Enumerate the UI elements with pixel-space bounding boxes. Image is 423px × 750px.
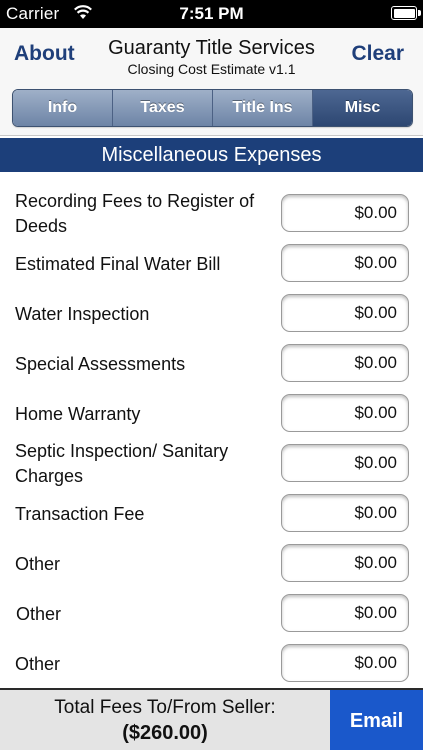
expense-label: Recording Fees to Register of Deeds: [15, 191, 255, 236]
email-button[interactable]: Email: [330, 690, 423, 750]
expense-label: Other: [15, 554, 61, 574]
expense-row-special-assessments: Special Assessments: [0, 338, 423, 388]
battery-icon: [391, 6, 421, 20]
recording-fees-input[interactable]: [281, 194, 409, 232]
water-inspection-input[interactable]: [281, 294, 409, 332]
expense-row-home-warranty: Home Warranty: [0, 388, 423, 438]
expense-label: Water Inspection: [15, 304, 150, 324]
navigation-bar: About Guaranty Title Services Closing Co…: [0, 28, 423, 82]
expense-row-recording-fees: Recording Fees to Register of Deeds: [0, 188, 423, 238]
expense-label: Special Assessments: [15, 354, 186, 374]
expense-row-transaction-fee: Transaction Fee: [0, 488, 423, 538]
section-title: Miscellaneous Expenses: [0, 138, 423, 172]
special-assessments-input[interactable]: [281, 344, 409, 382]
tab-info[interactable]: Info: [13, 90, 113, 126]
other-1-input[interactable]: [281, 544, 409, 582]
total-value: ($260.00): [122, 722, 208, 744]
total-label: Total Fees To/From Seller:: [54, 697, 276, 718]
segmented-control: Info Taxes Title Ins Misc: [12, 89, 413, 127]
expense-label: Other: [15, 654, 61, 674]
status-bar: Carrier 7:51 PM: [0, 0, 423, 28]
expense-label: Transaction Fee: [15, 504, 145, 524]
status-time: 7:51 PM: [179, 4, 244, 23]
tab-misc[interactable]: Misc: [313, 90, 412, 126]
water-bill-input[interactable]: [281, 244, 409, 282]
expense-label: Home Warranty: [15, 404, 141, 424]
expense-row-water-bill: Estimated Final Water Bill: [0, 238, 423, 288]
tab-bar: Info Taxes Title Ins Misc: [0, 82, 423, 136]
other-2-input[interactable]: [281, 594, 409, 632]
tab-taxes[interactable]: Taxes: [113, 90, 213, 126]
clear-button[interactable]: Clear: [351, 42, 404, 66]
transaction-fee-input[interactable]: [281, 494, 409, 532]
expense-label: Other: [16, 604, 62, 624]
expense-row-water-inspection: Water Inspection: [0, 288, 423, 338]
expense-label: Septic Inspection/ Sanitary Charges: [15, 441, 229, 486]
expense-label: Estimated Final Water Bill: [15, 254, 221, 274]
totals-footer: Total Fees To/From Seller: ($260.00) Ema…: [0, 688, 423, 750]
expense-row-other-1: Other: [0, 538, 423, 588]
expense-row-other-3: Other: [0, 638, 423, 688]
home-warranty-input[interactable]: [281, 394, 409, 432]
expense-row-septic-inspection: Septic Inspection/ Sanitary Charges: [0, 438, 423, 488]
expense-row-other-2: Other: [0, 588, 423, 638]
septic-inspection-input[interactable]: [281, 444, 409, 482]
tab-title-ins[interactable]: Title Ins: [213, 90, 313, 126]
other-3-input[interactable]: [281, 644, 409, 682]
